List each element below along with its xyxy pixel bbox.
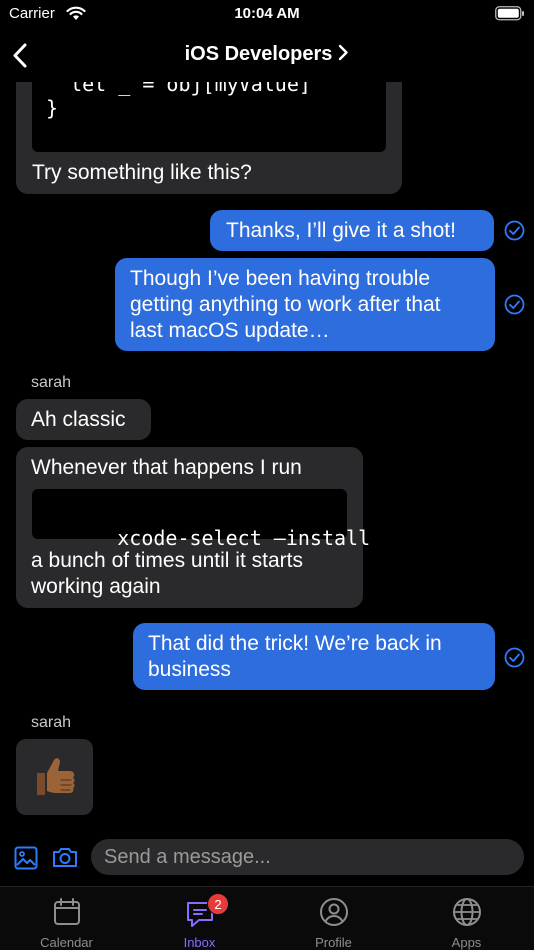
tab-apps[interactable]: Apps [400, 887, 533, 950]
message-bubble-incoming[interactable]: Ah classic [16, 399, 151, 440]
message-text-line: business [148, 658, 231, 681]
message-text: Whenever that happens I run [31, 456, 302, 479]
battery-icon [495, 6, 524, 21]
message-text-line: That did the trick! We’re back in [148, 632, 442, 655]
code-block: xcode-select —install [32, 489, 370, 550]
status-bar: Carrier 10:04 AM [0, 0, 534, 30]
camera-icon[interactable] [52, 846, 78, 868]
message-text-line: getting anything to work after that [130, 293, 441, 316]
message-bubble-outgoing[interactable]: Though I’ve been having trouble getting … [115, 258, 495, 351]
message-bubble-incoming[interactable] [16, 739, 93, 815]
tab-label: Profile [315, 935, 352, 950]
message-text-line: Though I’ve been having trouble [130, 267, 431, 290]
thumbs-up-icon [37, 758, 75, 795]
code-line: xcode-select —install [117, 526, 371, 550]
message-text: Ah classic [31, 408, 126, 431]
tab-inbox[interactable]: 2 Inbox [133, 887, 266, 950]
message-text-line: working again [31, 575, 161, 598]
message-bubble-incoming[interactable]: // for obj in myValues { let _ = obj[myV… [16, 82, 402, 194]
globe-icon [452, 898, 481, 926]
message-bubble-outgoing[interactable]: That did the trick! We’re back in busine… [133, 623, 495, 690]
message-input[interactable] [91, 839, 524, 875]
read-receipt-icon [504, 647, 525, 668]
profile-icon [319, 898, 348, 926]
tab-bar: Calendar 2 Inbox Profile Apps [0, 886, 534, 950]
message-text-line: last macOS update… [130, 319, 330, 342]
message-bubble-outgoing[interactable]: Thanks, I’ll give it a shot! [210, 210, 494, 251]
composer [0, 830, 534, 886]
code-block: // for obj in myValues { let _ = obj[myV… [32, 82, 386, 152]
tab-calendar[interactable]: Calendar [0, 887, 133, 950]
conversation-title-button[interactable]: iOS Developers [0, 43, 534, 66]
code-line: let _ = obj[myValue] [46, 82, 311, 96]
sender-name: sarah [31, 714, 72, 731]
message-bubble-incoming[interactable]: Whenever that happens I run xcode-select… [16, 447, 370, 608]
read-receipt-icon [504, 294, 525, 315]
tab-profile[interactable]: Profile [267, 887, 400, 950]
unread-badge: 2 [207, 893, 229, 915]
page-title: iOS Developers [184, 43, 333, 65]
clock: 10:04 AM [234, 5, 300, 22]
chevron-right-icon [339, 44, 349, 61]
message-list[interactable]: // for obj in myValues { let _ = obj[myV… [0, 82, 534, 827]
tab-label: Inbox [183, 935, 216, 950]
sender-name: sarah [31, 374, 72, 391]
read-receipt-icon [504, 220, 525, 241]
tab-label: Apps [451, 935, 482, 950]
nav-bar: iOS Developers [0, 32, 534, 80]
message-text: Try something like this? [32, 161, 252, 184]
message-text: Thanks, I’ll give it a shot! [226, 219, 456, 242]
tab-label: Calendar [40, 935, 93, 950]
message-text-line: a bunch of times until it starts [31, 549, 303, 572]
code-line: } [46, 96, 59, 120]
calendar-icon [53, 898, 80, 925]
image-icon[interactable] [14, 846, 38, 870]
